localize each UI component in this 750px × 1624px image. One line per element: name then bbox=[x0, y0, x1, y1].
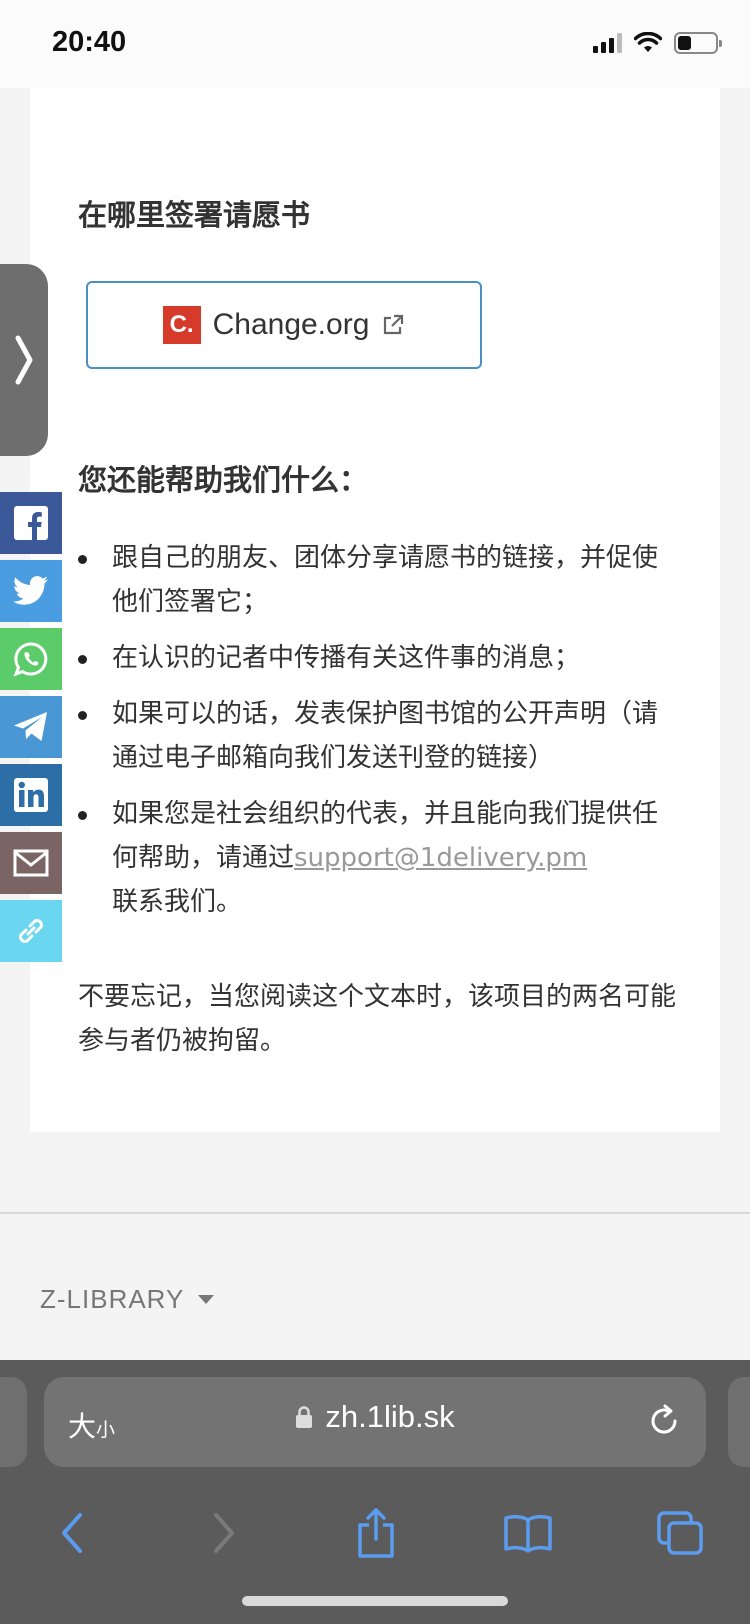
twitter-icon bbox=[13, 576, 48, 605]
address-bar[interactable]: 大小 zh.1lib.sk bbox=[44, 1377, 706, 1467]
side-panel-toggle[interactable] bbox=[0, 264, 48, 456]
battery-icon bbox=[674, 32, 722, 54]
chevron-right-icon bbox=[214, 1513, 234, 1553]
list-item: 如果可以的话，发表保护图书馆的公开声明（请通过电子邮箱向我们发送刊登的链接） bbox=[78, 692, 678, 780]
linkedin-icon bbox=[14, 778, 48, 812]
url-text: zh.1lib.sk bbox=[325, 1399, 455, 1434]
help-list: 跟自己的朋友、团体分享请愿书的链接，并促使他们签署它； 在认识的记者中传播有关这… bbox=[78, 536, 678, 936]
forward-button[interactable] bbox=[192, 1501, 256, 1565]
next-tab-peek[interactable] bbox=[728, 1377, 750, 1467]
copy-link-button[interactable] bbox=[0, 900, 62, 962]
change-org-logo: C. bbox=[162, 306, 201, 344]
share-bar bbox=[0, 492, 62, 968]
browser-toolbar bbox=[0, 1488, 750, 1578]
share-button[interactable] bbox=[344, 1501, 408, 1565]
email-share-button[interactable] bbox=[0, 832, 62, 894]
telegram-icon bbox=[14, 712, 47, 741]
wifi-icon bbox=[634, 32, 662, 52]
book-icon bbox=[504, 1514, 552, 1553]
help-heading: 您还能帮助我们什么： bbox=[78, 463, 369, 497]
external-link-icon bbox=[384, 314, 404, 335]
previous-tab-peek[interactable] bbox=[0, 1377, 27, 1467]
change-org-button[interactable]: C. Change.org bbox=[86, 281, 482, 369]
reload-icon[interactable] bbox=[644, 1401, 684, 1441]
status-icons bbox=[593, 32, 722, 54]
footer-brand-menu[interactable]: Z-LIBRARY bbox=[40, 1284, 215, 1315]
home-indicator[interactable] bbox=[242, 1596, 508, 1606]
url-container: zh.1lib.sk bbox=[44, 1399, 706, 1435]
status-bar: 20:40 bbox=[0, 0, 750, 88]
link-icon bbox=[19, 919, 43, 943]
contact-suffix: 联系我们。 bbox=[112, 887, 243, 917]
lock-icon bbox=[296, 1406, 313, 1428]
whatsapp-icon bbox=[13, 642, 48, 677]
battery-level bbox=[678, 36, 691, 50]
tabs-icon bbox=[657, 1511, 703, 1555]
cellular-signal-icon bbox=[593, 33, 622, 53]
linkedin-share-button[interactable] bbox=[0, 764, 62, 826]
status-time: 20:40 bbox=[52, 26, 127, 58]
mail-icon bbox=[13, 849, 49, 877]
footer-divider bbox=[0, 1212, 750, 1214]
list-item-contact: 如果您是社会组织的代表，并且能向我们提供任何帮助，请通过support@1del… bbox=[78, 792, 678, 924]
back-button[interactable] bbox=[40, 1501, 104, 1565]
sign-heading: 在哪里签署请愿书 bbox=[78, 198, 311, 232]
bookmarks-button[interactable] bbox=[496, 1501, 560, 1565]
facebook-icon bbox=[14, 506, 48, 540]
facebook-share-button[interactable] bbox=[0, 492, 62, 554]
support-email-link[interactable]: support@1delivery.pm bbox=[294, 843, 587, 873]
share-icon bbox=[358, 1508, 394, 1558]
list-item: 跟自己的朋友、团体分享请愿书的链接，并促使他们签署它； bbox=[78, 536, 678, 624]
telegram-share-button[interactable] bbox=[0, 696, 62, 758]
chevron-left-icon bbox=[62, 1513, 82, 1553]
chevron-right-icon bbox=[15, 335, 33, 385]
reminder-text: 不要忘记，当您阅读这个文本时，该项目的两名可能参与者仍被拘留。 bbox=[78, 982, 677, 1056]
footer-brand-label: Z-LIBRARY bbox=[40, 1284, 185, 1314]
browser-chrome: 大小 zh.1lib.sk bbox=[0, 1360, 750, 1624]
caret-down-icon bbox=[198, 1295, 215, 1304]
list-item: 在认识的记者中传播有关这件事的消息； bbox=[78, 636, 678, 680]
tabs-button[interactable] bbox=[648, 1501, 712, 1565]
twitter-share-button[interactable] bbox=[0, 560, 62, 622]
change-org-label: Change.org bbox=[212, 308, 370, 341]
whatsapp-share-button[interactable] bbox=[0, 628, 62, 690]
